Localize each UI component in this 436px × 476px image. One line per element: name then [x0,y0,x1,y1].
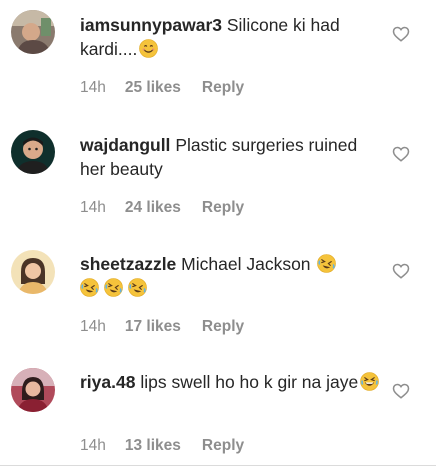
like-heart-icon[interactable] [392,262,410,280]
reply-button[interactable]: Reply [202,199,244,216]
avatar[interactable] [11,250,55,294]
avatar[interactable] [11,368,55,412]
comment-text: Michael Jackson [181,254,311,274]
comment-item: riya.48 lips swell ho ho k gir na jaye 1… [0,354,436,466]
comment-meta: 14h 25 likes Reply [80,79,265,97]
comment-text-block: wajdangull Plastic surgeries ruined her … [80,133,380,181]
comment-meta: 14h 24 likes Reply [80,199,265,217]
like-heart-icon[interactable] [392,145,410,163]
comment-username[interactable]: wajdangull [80,135,170,155]
reply-button[interactable]: Reply [202,437,244,454]
comment-item: sheetzazzle Michael Jackson 14h 17 likes R… [0,236,436,354]
comment-text-block: sheetzazzle Michael Jackson [80,252,380,300]
reply-button[interactable]: Reply [202,318,244,335]
comment-meta: 14h 13 likes Reply [80,437,265,455]
like-heart-icon[interactable] [392,25,410,43]
grinning-squinting-tears-emoji [360,372,380,391]
avatar[interactable] [11,130,55,174]
avatar[interactable] [11,10,55,54]
comment-item: iamsunnypawar3 Silicone ki had kardi....… [0,0,436,118]
comment-likes[interactable]: 25 likes [125,79,181,96]
smiling-face-emoji [139,39,159,58]
reply-button[interactable]: Reply [202,79,244,96]
rolling-on-floor-laughing-emoji [317,254,337,273]
comment-username[interactable]: iamsunnypawar3 [80,15,222,35]
comment-time: 14h [80,199,106,216]
comment-username[interactable]: sheetzazzle [80,254,176,274]
comment-item: wajdangull Plastic surgeries ruined her … [0,118,436,236]
comment-text-block: iamsunnypawar3 Silicone ki had kardi.... [80,13,380,61]
comment-username[interactable]: riya.48 [80,372,135,392]
rolling-on-floor-laughing-emoji [128,278,147,297]
rolling-on-floor-laughing-emoji [80,278,99,297]
comment-time: 14h [80,437,106,454]
comment-likes[interactable]: 13 likes [125,437,181,454]
comment-meta: 14h 17 likes Reply [80,318,265,336]
rolling-on-floor-laughing-emoji [104,278,123,297]
divider [0,465,436,466]
comment-text-block: riya.48 lips swell ho ho k gir na jaye [80,370,380,394]
comment-likes[interactable]: 24 likes [125,199,181,216]
comment-time: 14h [80,79,106,96]
comment-time: 14h [80,318,106,335]
like-heart-icon[interactable] [392,382,410,400]
comment-likes[interactable]: 17 likes [125,318,181,335]
comment-text: lips swell ho ho k gir na jaye [140,372,359,392]
